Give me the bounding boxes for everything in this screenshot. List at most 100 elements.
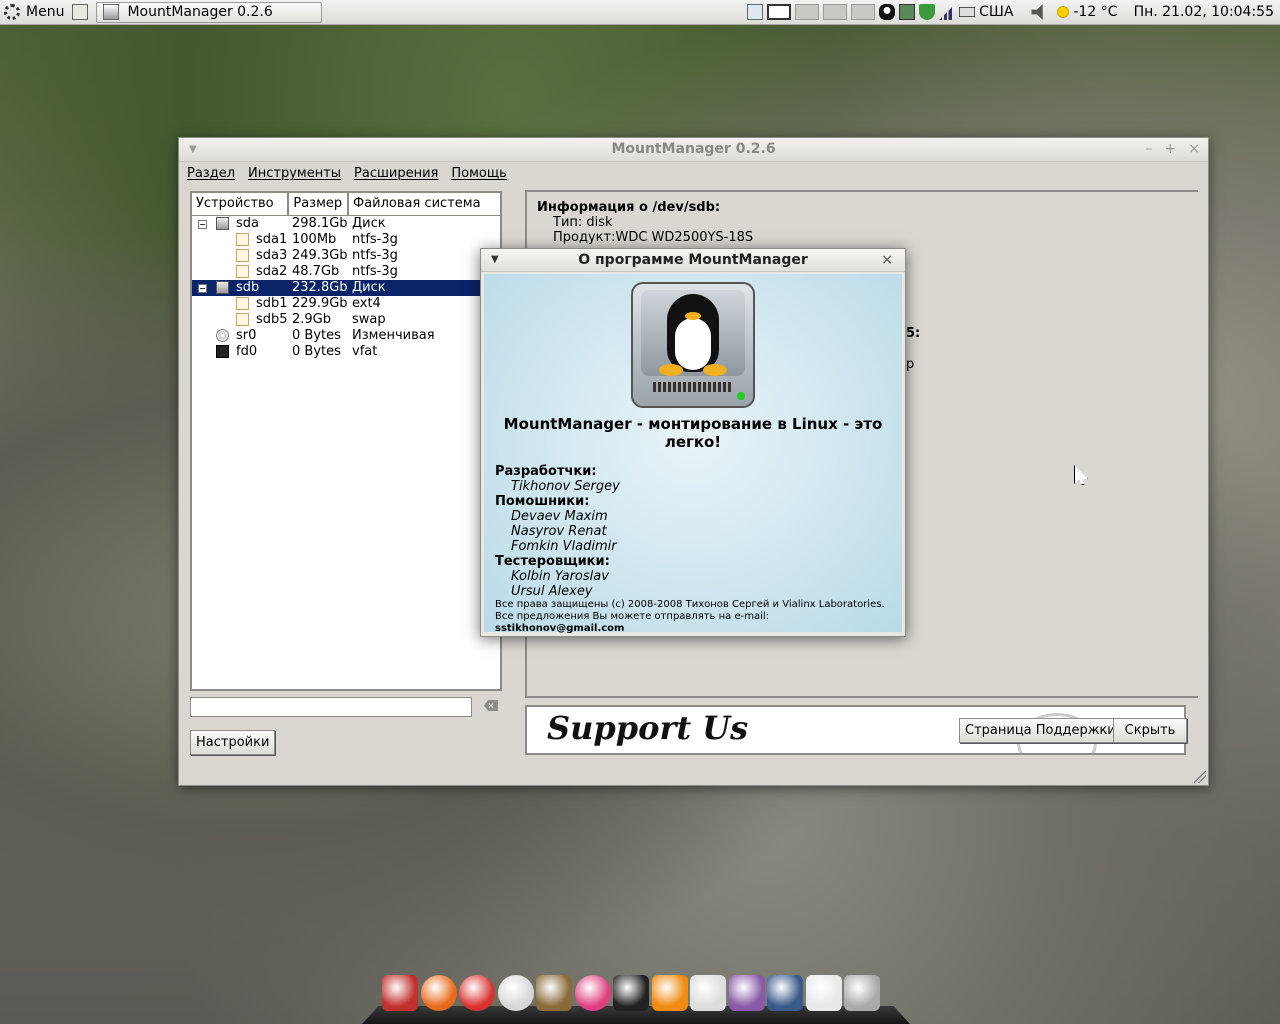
support-page-button[interactable]: Страница Поддержки	[959, 718, 1122, 743]
workspace-1[interactable]	[767, 4, 792, 20]
anchor-icon[interactable]	[382, 975, 418, 1011]
credits-heading-testers: Тестеровщики:	[495, 554, 610, 569]
keyboard-layout[interactable]: США	[979, 4, 1013, 20]
device-size: 229.9Gb	[292, 296, 348, 311]
device-filesystem: vfat	[352, 344, 378, 359]
contact-email[interactable]: sstikhonov@gmail.com	[495, 623, 624, 634]
about-titlebar[interactable]: ▼ О программе MountManager ×	[481, 249, 905, 272]
main-menu-button[interactable]: Menu	[0, 0, 68, 24]
window-titlebar[interactable]: ▼ MountManager 0.2.6 – + ×	[179, 138, 1208, 162]
signal-strength-icon[interactable]	[939, 4, 956, 20]
weather-temperature[interactable]: -12 °C	[1073, 4, 1117, 20]
shield-icon[interactable]	[919, 4, 936, 20]
trash-icon[interactable]	[844, 975, 880, 1011]
device-filesystem: swap	[352, 312, 386, 327]
tree-row-sdb1[interactable]: sdb1 229.9Gb ext4	[192, 296, 500, 312]
top-panel: Menu MountManager 0.2.6 США -12 °C Пн. 2…	[0, 0, 1280, 25]
hide-support-button[interactable]: Скрыть	[1113, 718, 1187, 743]
credits-person: Ursul Alexey	[511, 584, 593, 599]
device-name: sda2	[256, 264, 288, 279]
device-filesystem: ntfs-3g	[352, 248, 398, 263]
pidgin-icon[interactable]	[728, 975, 765, 1011]
picasa-icon[interactable]	[574, 975, 611, 1011]
menu-razdel[interactable]: Раздел	[187, 166, 235, 181]
taskbar-item-mountmanager[interactable]: MountManager 0.2.6	[96, 1, 323, 23]
tree-row-sdb5[interactable]: sdb5 2.9Gb swap	[192, 312, 500, 328]
tux-icon[interactable]	[879, 4, 896, 20]
device-size: 48.7Gb	[292, 264, 340, 279]
volume-icon[interactable]	[1031, 4, 1043, 20]
credits-person: Nasyrov Renat	[511, 524, 607, 539]
floppy-icon	[216, 345, 229, 358]
device-name: sr0	[236, 328, 257, 343]
tree-row-sda1[interactable]: sda1 100Mb ntfs-3g	[192, 232, 500, 248]
device-filesystem: ext4	[352, 296, 381, 311]
about-close-button[interactable]: ×	[881, 249, 893, 271]
settings-button[interactable]: Настройки	[190, 730, 276, 755]
copyright-label: Все права защищены (c) 2008-2008 Тихонов…	[495, 599, 885, 622]
device-size: 2.9Gb	[292, 312, 331, 327]
mountmanager-logo-icon	[631, 282, 755, 408]
minimize-button[interactable]: –	[1146, 138, 1153, 161]
device-tree[interactable]: Устройство Размер Файловая система sda 29…	[190, 191, 502, 691]
device-size: 249.3Gb	[292, 248, 348, 263]
notes-icon[interactable]	[747, 4, 764, 20]
tree-row-fd0[interactable]: fd0 0 Bytes vfat	[192, 344, 500, 360]
resize-grip[interactable]	[1194, 771, 1206, 783]
device-filesystem: ntfs-3g	[352, 264, 398, 279]
workspace-4[interactable]	[851, 4, 876, 20]
tree-row-sr0[interactable]: sr0 0 Bytes Изменчивая	[192, 328, 500, 344]
tree-row-sda2[interactable]: sda2 48.7Gb ntfs-3g	[192, 264, 500, 280]
menu-rasshireniya[interactable]: Расширения	[354, 166, 438, 181]
device-size: 0 Bytes	[292, 344, 341, 359]
tree-header: Устройство Размер Файловая система	[192, 193, 500, 216]
menu-instrumenty[interactable]: Инструменты	[248, 166, 341, 181]
info-product: Продукт:WDC WD2500YS-18S	[553, 230, 754, 245]
about-tagline: MountManager - монтирование в Linux - эт…	[503, 415, 883, 451]
chrome-icon[interactable]	[459, 975, 495, 1011]
window-menu-icon[interactable]: ▼	[189, 138, 197, 161]
credits-person: Devaev Maxim	[511, 509, 608, 524]
keyboard-icon	[959, 7, 976, 17]
device-name: sda	[236, 216, 259, 231]
workspace-2[interactable]	[795, 4, 820, 20]
device-name: sdb5	[256, 312, 288, 327]
image-viewer-icon[interactable]	[899, 4, 916, 20]
column-header-filesystem[interactable]: Файловая система	[349, 193, 500, 215]
column-header-device[interactable]: Устройство	[192, 193, 290, 215]
menu-pomoshch[interactable]: Помощь	[451, 166, 506, 181]
clock-icon[interactable]	[497, 975, 534, 1011]
workspace-3[interactable]	[823, 4, 848, 20]
dog-icon[interactable]	[536, 975, 572, 1011]
firefox-icon[interactable]	[420, 975, 457, 1011]
speaker-icon[interactable]	[690, 975, 726, 1011]
show-desktop-button[interactable]	[68, 0, 92, 24]
info-peek-section: 5:	[906, 326, 921, 341]
partition-icon	[236, 233, 249, 246]
menu-label: Menu	[26, 4, 65, 20]
terminal-icon[interactable]	[613, 975, 649, 1011]
tree-rows: sda 298.1Gb Диск sda1 100Mb ntfs-3g sda3 249.3G…	[192, 216, 500, 360]
close-button[interactable]: ×	[1188, 138, 1200, 161]
clear-input-icon[interactable]: ×	[484, 700, 498, 711]
device-name: sda3	[256, 248, 288, 263]
filter-input[interactable]	[190, 697, 472, 717]
expander-icon[interactable]	[198, 284, 207, 293]
device-filesystem: ntfs-3g	[352, 232, 398, 247]
dialog-menu-icon[interactable]: ▼	[491, 249, 499, 271]
device-name: sda1	[256, 232, 288, 247]
tree-row-sda[interactable]: sda 298.1Gb Диск	[192, 216, 500, 232]
tree-row-sda3[interactable]: sda3 249.3Gb ntfs-3g	[192, 248, 500, 264]
tree-row-sdb[interactable]: sdb 232.8Gb Диск	[192, 280, 500, 296]
partition-icon	[236, 249, 249, 262]
partition-icon	[236, 265, 249, 278]
vlc-icon[interactable]	[651, 975, 688, 1011]
device-size: 0 Bytes	[292, 328, 341, 343]
maximize-button[interactable]: +	[1165, 138, 1177, 161]
column-header-size[interactable]: Размер	[289, 193, 349, 215]
tux-icon[interactable]	[805, 975, 842, 1011]
expander-icon[interactable]	[198, 220, 207, 229]
gear-icon	[4, 4, 20, 20]
clock[interactable]: Пн. 21.02, 10:04:55	[1134, 4, 1274, 20]
files-icon[interactable]	[767, 975, 803, 1011]
